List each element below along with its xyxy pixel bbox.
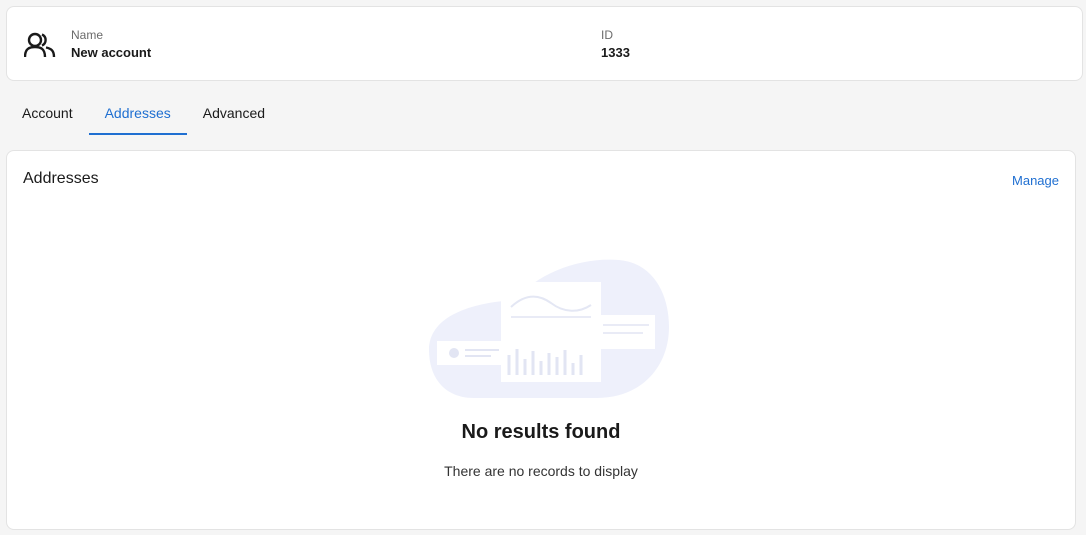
panel-title: Addresses [23,170,99,187]
empty-state-subtitle: There are no records to display [444,463,638,479]
tab-bar: Account Addresses Advanced [6,96,281,135]
name-value: New account [71,45,152,60]
tab-account[interactable]: Account [6,96,89,135]
tab-advanced[interactable]: Advanced [187,96,281,135]
id-value: 1333 [601,45,630,60]
account-header-card: Name New account ID 1333 [6,6,1083,81]
empty-documents-illustration [429,259,669,398]
id-field: ID 1333 [601,28,630,61]
name-label: Name [71,28,104,42]
id-label: ID [601,28,613,42]
empty-state-title: No results found [461,421,621,443]
users-icon [24,32,56,58]
name-field: Name New account [71,28,151,61]
tab-addresses[interactable]: Addresses [88,96,187,135]
addresses-panel: Addresses Manage No results found There … [6,150,1076,530]
manage-link[interactable]: Manage [1012,173,1059,188]
